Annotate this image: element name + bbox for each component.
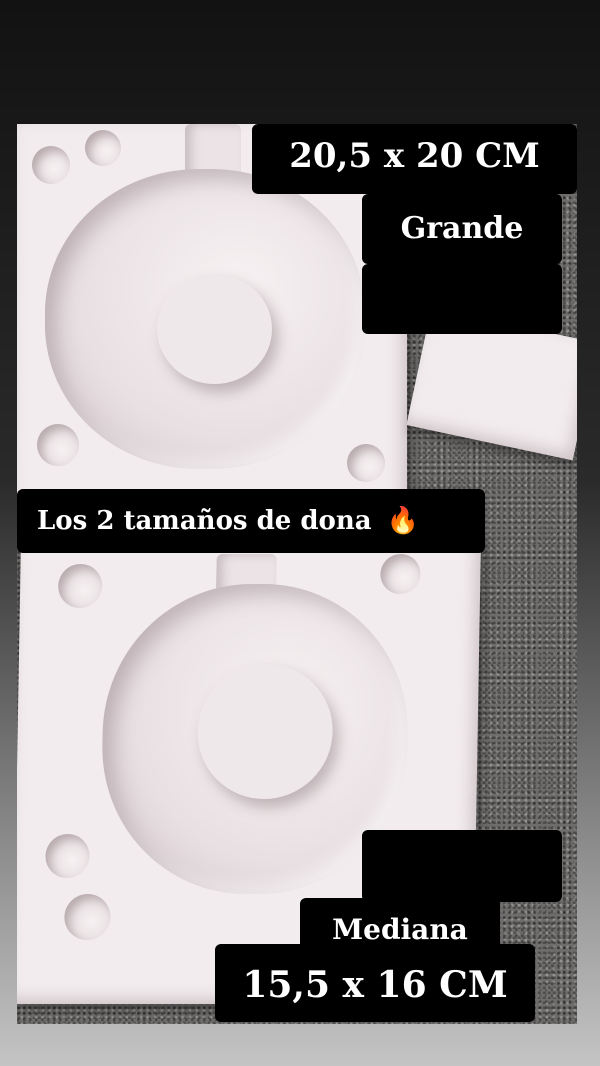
size-label-medium: 15,5 x 16 CM	[215, 944, 535, 1022]
black-box	[362, 830, 562, 902]
key-dimple	[37, 424, 79, 466]
key-dimple	[32, 146, 70, 184]
black-box	[362, 264, 562, 334]
vase-hole-large	[157, 274, 272, 384]
key-dimple	[64, 894, 111, 940]
size-label-large: 20,5 x 20 CM	[252, 124, 577, 194]
key-dimple	[380, 554, 421, 594]
key-dimple	[85, 130, 121, 166]
caption-text: Los 2 tamaños de dona	[37, 506, 372, 536]
caption-label: Los 2 tamaños de dona 🔥	[17, 489, 485, 553]
key-dimple	[347, 444, 385, 482]
key-dimple	[45, 834, 90, 878]
key-dimple	[57, 564, 103, 608]
name-label-large: Grande	[362, 194, 562, 264]
fire-icon: 🔥	[386, 506, 420, 536]
